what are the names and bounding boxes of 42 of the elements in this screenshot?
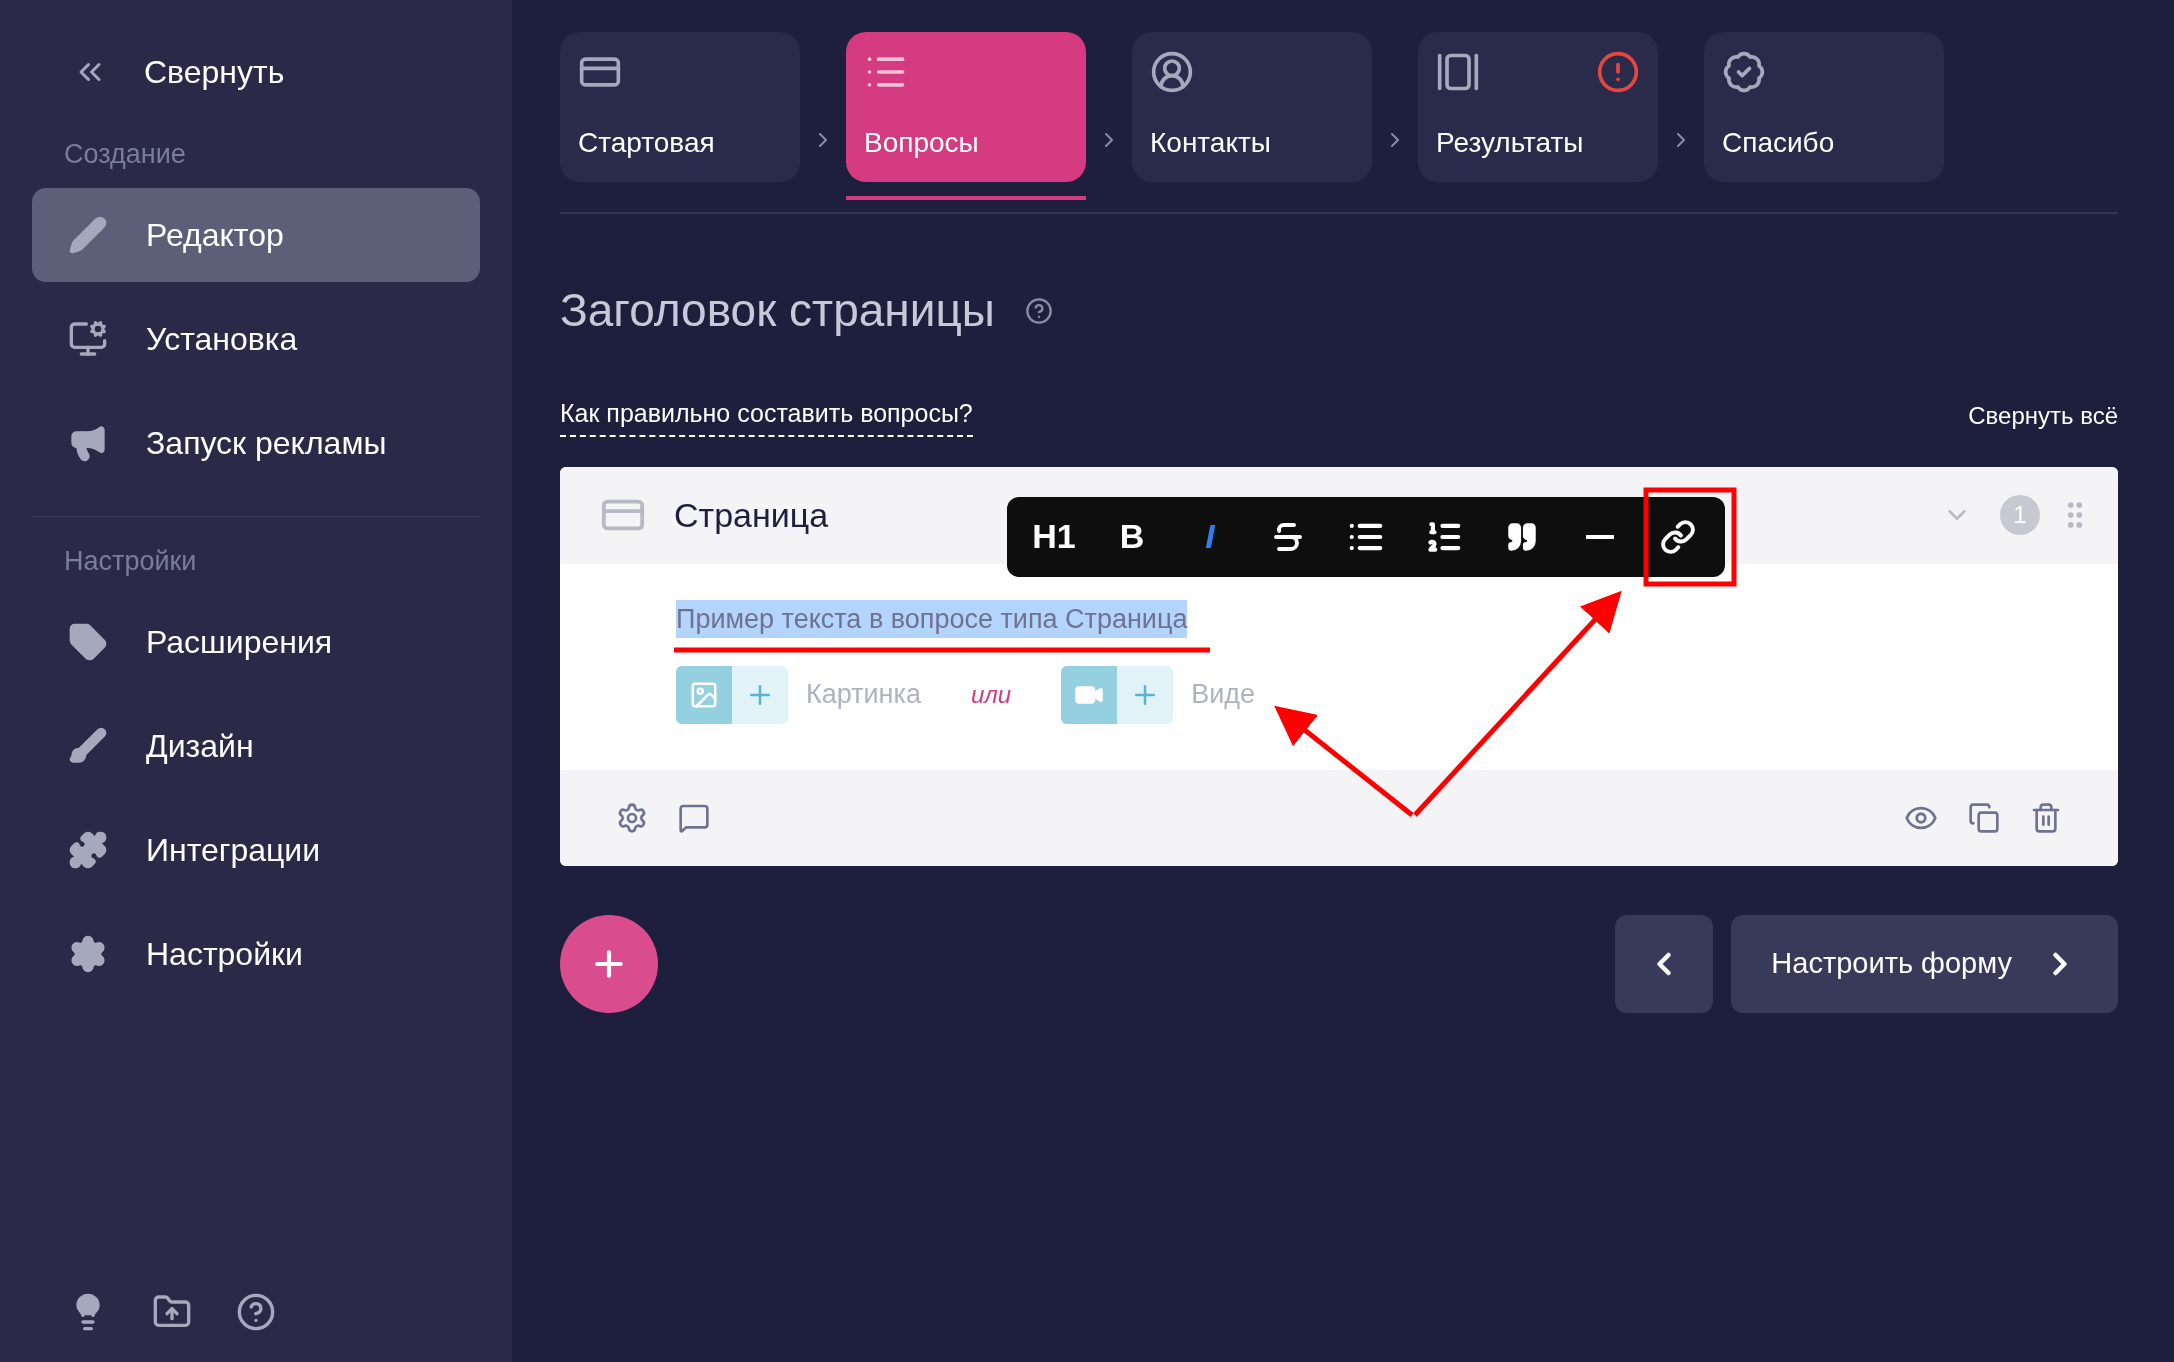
format-button[interactable]: B — [1093, 504, 1171, 569]
badge-check-icon — [1722, 50, 1766, 94]
help-link[interactable]: Как правильно составить вопросы? — [560, 395, 973, 437]
settings-icon — [68, 934, 108, 974]
media-label: Виде — [1191, 678, 1256, 712]
sidebar-item[interactable]: Установка — [32, 292, 480, 386]
tag-icon — [68, 622, 108, 662]
user-icon — [1150, 50, 1194, 94]
settings-icon[interactable] — [616, 801, 648, 834]
step-tab[interactable]: Результаты — [1418, 32, 1658, 182]
card-title: Страница — [674, 494, 829, 536]
step-tab[interactable]: Стартовая — [560, 32, 800, 182]
pencil-icon — [68, 215, 108, 255]
megaphone-icon — [68, 423, 108, 463]
sidebar-item[interactable]: Запуск рекламы — [32, 396, 480, 490]
section-title: Настройки — [63, 544, 198, 578]
step-tab[interactable]: Контакты — [1132, 32, 1372, 182]
collapse-button[interactable]: Свернуть — [32, 46, 480, 98]
step-tab[interactable]: Спасибо — [1704, 32, 1944, 182]
sidebar-item[interactable]: Редактор — [32, 188, 480, 282]
step-tab[interactable]: Вопросы — [846, 32, 1086, 182]
quote-icon — [1506, 520, 1538, 553]
sidebar-item[interactable]: Дизайн — [32, 699, 480, 793]
or-label: или — [970, 679, 1012, 710]
sidebar-item[interactable]: Интеграции — [32, 803, 480, 897]
format-button[interactable]: H1 — [1015, 504, 1093, 569]
copy-icon[interactable] — [1968, 801, 2000, 834]
format-button[interactable]: I — [1171, 504, 1249, 569]
sidebar-item[interactable]: Расширения — [32, 595, 480, 689]
collapse-all-link[interactable]: Свернуть всё — [1968, 397, 2118, 434]
sidebar-item[interactable]: Настройки — [32, 907, 480, 1001]
next-button[interactable]: Настроить форму — [1731, 914, 2118, 1013]
media-label: Картинка — [806, 678, 921, 712]
trash-icon[interactable] — [2030, 801, 2062, 834]
brush-icon — [68, 726, 108, 766]
help-icon[interactable] — [236, 1292, 276, 1332]
link-icon — [1660, 518, 1696, 555]
page-title: Заголовок страницы — [560, 283, 995, 338]
monitor-gear-icon — [68, 319, 108, 359]
section-title: Создание — [63, 137, 187, 171]
help-icon[interactable] — [1024, 296, 1053, 325]
puzzle-icon — [68, 830, 108, 870]
